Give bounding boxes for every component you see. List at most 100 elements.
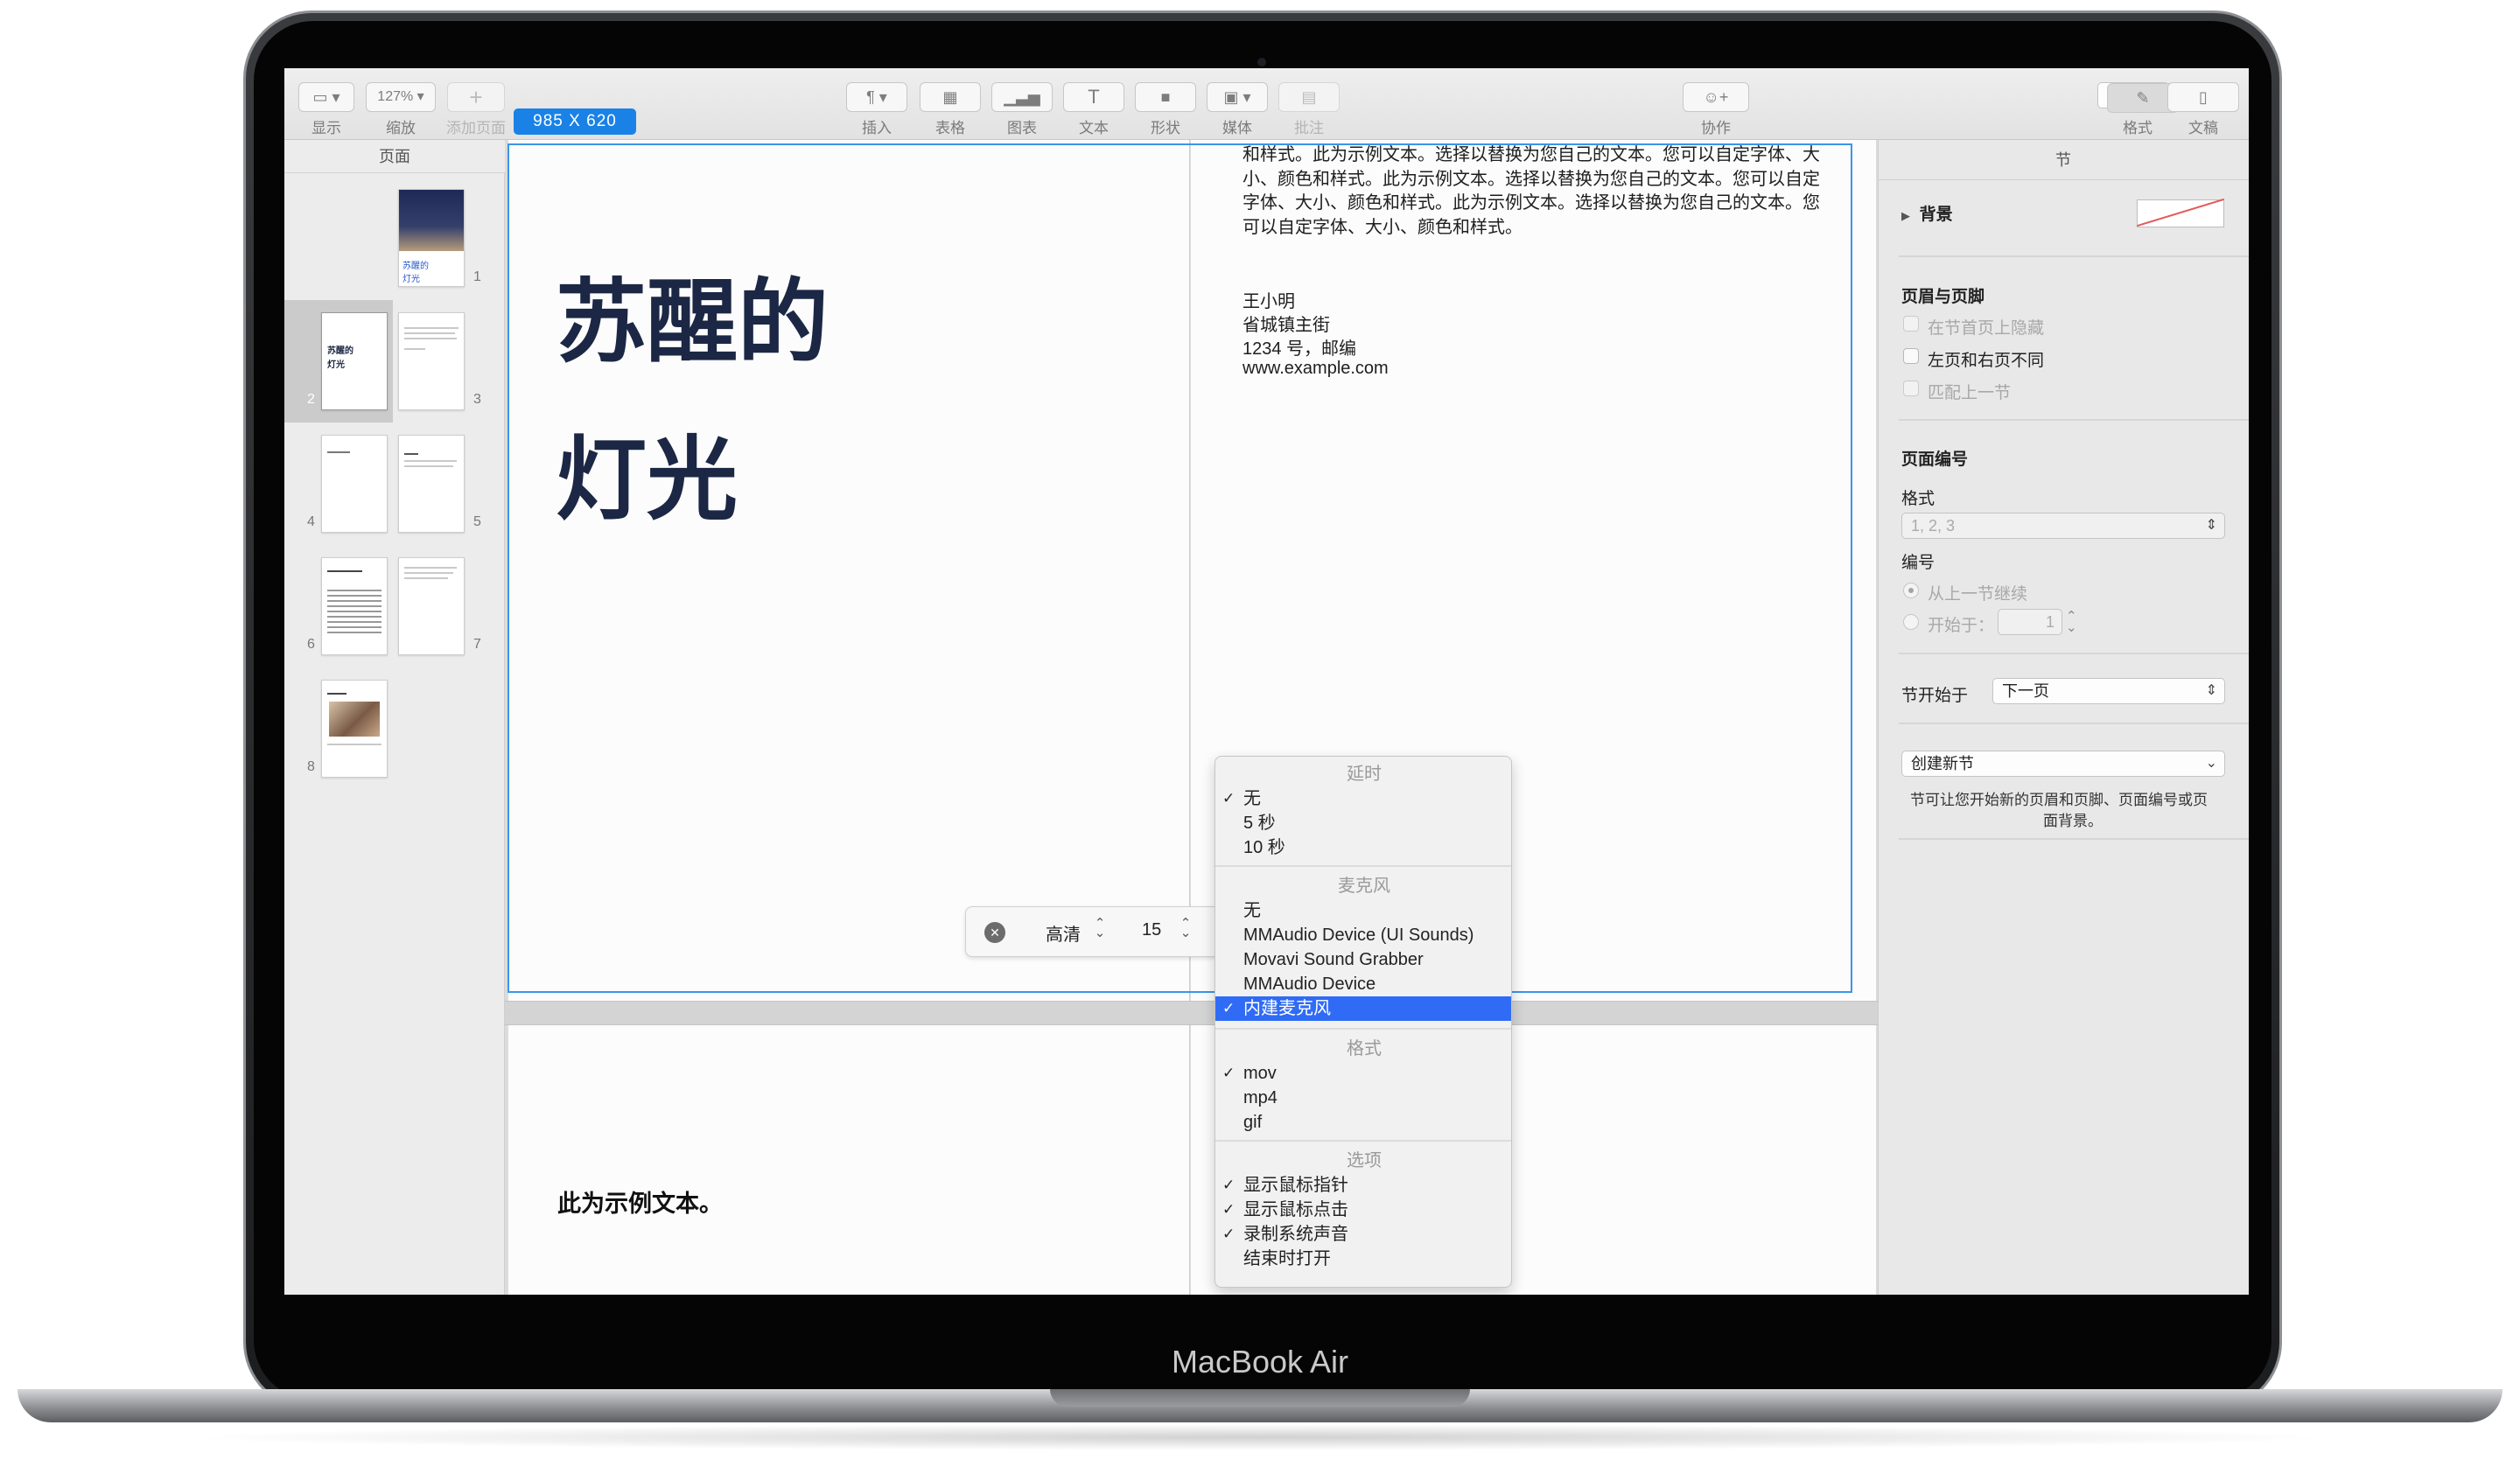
menu-item-label: MMAudio Device (1243, 975, 1376, 994)
menu-item-mic-mmaudio-ui[interactable]: MMAudio Device (UI Sounds) (1215, 923, 1511, 947)
menu-item-show-clicks[interactable]: ✓ 显示鼠标点击 (1215, 1198, 1511, 1222)
menu-item-open-when-done[interactable]: 结束时打开 (1215, 1247, 1511, 1271)
page-thumbnail-4[interactable] (321, 435, 388, 533)
body-text[interactable]: 和样式。此为示例文本。选择以替换为您自己的文本。您可以自定字体、大小、颜色和样式… (1242, 143, 1820, 240)
check-icon: ✓ (1222, 1000, 1236, 1016)
document-title-line-1[interactable]: 苏醒的 (556, 248, 829, 380)
document-button[interactable]: ▯ 文稿 (2167, 82, 2239, 137)
number-format-value: 1, 2, 3 (1911, 517, 1956, 534)
create-section-popup[interactable]: 创建新节 ⌄ (1901, 751, 2225, 777)
chart-button[interactable]: ▁▃▅ 图表 (991, 82, 1053, 137)
address-name[interactable]: 王小明 (1242, 287, 1295, 312)
left-right-diff-checkbox[interactable] (1903, 348, 1919, 364)
display-button[interactable]: ▭ ▾ 显示 (295, 82, 358, 137)
text-line (404, 348, 425, 350)
menu-header-delay: 延时 (1347, 765, 1382, 784)
menu-item-label: MMAudio Device (UI Sounds) (1243, 926, 1474, 945)
size-separator: X (569, 112, 581, 130)
menu-item-delay-none[interactable]: ✓ 无 (1215, 786, 1511, 811)
recorder-options-menu: 延时 ✓ 无 5 秒 10 秒 麦克风 无 MMAudio Device (UI … (1214, 756, 1512, 1288)
menu-item-label: 5 秒 (1243, 814, 1276, 833)
number-format-select[interactable]: 1, 2, 3 ⇕ (1901, 513, 2225, 539)
close-icon[interactable]: ✕ (984, 922, 1005, 943)
text-line (327, 616, 382, 618)
check-icon: ✓ (1222, 1201, 1236, 1218)
start-at-radio[interactable] (1903, 614, 1919, 630)
page-thumbnail-7[interactable] (398, 557, 465, 655)
section-divider (1899, 419, 2249, 421)
numbering-label: 编号 (1901, 554, 1936, 572)
zoom-value: 127% (377, 89, 414, 104)
media-button[interactable]: ▣ ▾ 媒体 (1207, 82, 1268, 137)
hide-first-checkbox[interactable] (1903, 316, 1919, 332)
sample-text[interactable]: 此为示例文本。 (557, 1184, 723, 1219)
format-label: 格式 (2123, 120, 2152, 136)
menu-item-label: 显示鼠标指针 (1243, 1176, 1348, 1195)
check-icon: ✓ (1222, 1177, 1236, 1193)
address-street[interactable]: 省城镇主街 (1242, 311, 1330, 336)
menu-separator (1215, 1028, 1511, 1030)
start-at-stepper-icon[interactable]: ⌃ ⌄ (2066, 610, 2077, 634)
start-at-label: 开始于： (1928, 617, 1995, 635)
text-line (327, 590, 382, 591)
address-website[interactable]: www.example.com (1242, 359, 1389, 379)
text-line (404, 577, 448, 579)
section-starts-select[interactable]: 下一页 ⇕ (1992, 678, 2225, 704)
menu-item-delay-10s[interactable]: 10 秒 (1215, 835, 1511, 860)
check-icon: ✓ (1222, 1226, 1236, 1242)
menu-item-mic-none[interactable]: 无 (1215, 898, 1511, 923)
fps-select[interactable]: 15 (1142, 920, 1161, 940)
thumb-title-2: 灯光 (402, 275, 420, 284)
document-title-line-2[interactable]: 灯光 (556, 405, 738, 537)
left-right-diff-label: 左页和右页不同 (1928, 352, 2045, 370)
menu-item-mic-builtin[interactable]: ✓ 内建麦克风 (1215, 996, 1511, 1021)
page-number: 2 (307, 392, 315, 407)
plus-icon: + (447, 82, 505, 112)
text-button[interactable]: T 文本 (1063, 82, 1124, 137)
menu-item-format-gif[interactable]: gif (1215, 1110, 1511, 1135)
address-postal[interactable]: 1234 号，邮编 (1242, 334, 1356, 360)
chevron-updown-icon[interactable]: ⌃ ⌄ (1094, 917, 1106, 940)
chevron-updown-icon: ⇕ (2205, 518, 2217, 533)
zoom-button[interactable]: 127% ▾ 缩放 (365, 82, 437, 137)
format-button[interactable]: ✎ 格式 (2097, 82, 2179, 136)
continue-prev-radio[interactable] (1903, 583, 1919, 598)
page-thumbnail-8[interactable] (321, 680, 388, 778)
add-page-button[interactable]: + 添加页面 (445, 82, 507, 137)
shape-button[interactable]: ■ 形状 (1135, 82, 1196, 137)
background-label: 背景 (1919, 206, 1953, 224)
menu-item-label: 无 (1243, 901, 1261, 920)
menu-item-record-system-audio[interactable]: ✓ 录制系统声音 (1215, 1222, 1511, 1247)
quality-select[interactable]: 高清 (1046, 920, 1081, 946)
laptop-shadow (175, 1424, 2345, 1450)
match-prev-checkbox[interactable] (1903, 381, 1919, 396)
fps-value: 15 (1142, 920, 1162, 940)
quality-value: 高清 (1046, 926, 1081, 945)
start-at-input[interactable]: 1 (1998, 609, 2062, 635)
menu-item-mic-movavi[interactable]: Movavi Sound Grabber (1215, 947, 1511, 972)
chevron-updown-icon[interactable]: ⌃ ⌄ (1180, 917, 1192, 940)
zoom-label: 缩放 (386, 120, 416, 136)
page-thumbnail-3[interactable] (398, 312, 465, 410)
table-button[interactable]: ▦ 表格 (920, 82, 981, 137)
insert-button[interactable]: ¶ ▾ 插入 (846, 82, 907, 137)
collaborate-button[interactable]: ☺+ 协作 (1683, 82, 1749, 137)
create-section-label: 创建新节 (1911, 755, 1974, 772)
photo-image (329, 702, 380, 737)
background-disclosure[interactable]: ▶ 背景 (1901, 201, 1953, 225)
menu-item-format-mp4[interactable]: mp4 (1215, 1086, 1511, 1110)
section-divider (1899, 255, 2249, 257)
menu-item-delay-5s[interactable]: 5 秒 (1215, 811, 1511, 835)
menu-item-mic-mmaudio[interactable]: MMAudio Device (1215, 972, 1511, 996)
text-line (327, 626, 382, 628)
comment-button[interactable]: ▤ 批注 (1278, 82, 1340, 137)
page-thumbnail-2[interactable]: 苏醒的 灯光 (321, 312, 388, 410)
page-thumbnail-1[interactable]: 苏醒的 灯光 (398, 189, 465, 287)
disclosure-triangle-icon: ▶ (1901, 209, 1910, 222)
page-thumbnail-5[interactable] (398, 435, 465, 533)
menu-item-format-mov[interactable]: ✓ mov (1215, 1061, 1511, 1086)
menu-item-show-pointer[interactable]: ✓ 显示鼠标指针 (1215, 1173, 1511, 1198)
menu-item-label: mp4 (1243, 1088, 1278, 1107)
page-thumbnail-6[interactable] (321, 557, 388, 655)
start-at-value: 1 (2045, 613, 2054, 631)
